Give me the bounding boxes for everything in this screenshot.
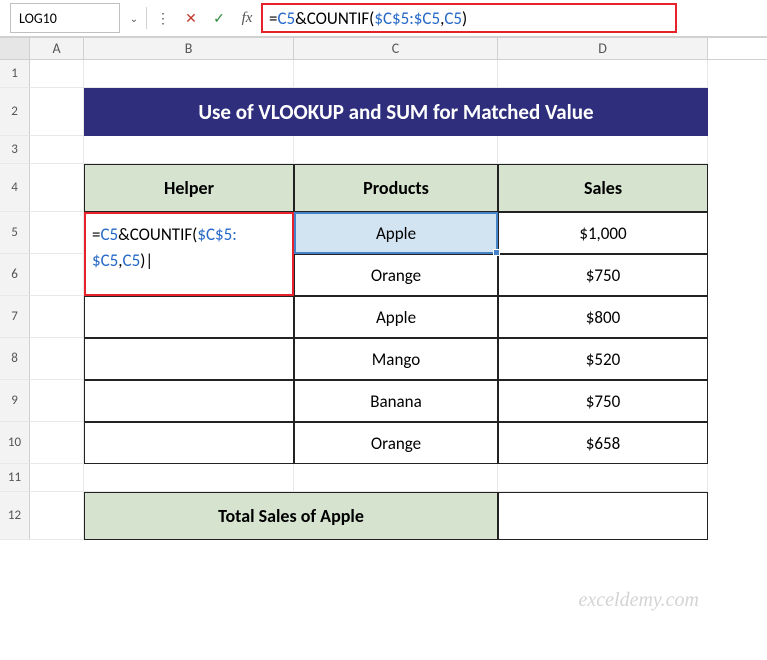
cell[interactable] bbox=[30, 296, 84, 338]
cell[interactable] bbox=[498, 60, 708, 88]
column-headers: A B C D bbox=[0, 38, 767, 60]
selected-cell-C5[interactable]: Apple bbox=[294, 212, 498, 254]
table-cell[interactable]: $1,000 bbox=[498, 212, 708, 254]
table-cell[interactable]: $658 bbox=[498, 422, 708, 464]
cell[interactable] bbox=[294, 136, 498, 164]
row-header-10[interactable]: 10 bbox=[0, 422, 30, 464]
editing-cell-B5[interactable]: =C5&COUNTIF($C$5:$C5,C5)| bbox=[84, 212, 294, 296]
row-header-7[interactable]: 7 bbox=[0, 296, 30, 338]
cell[interactable] bbox=[30, 380, 84, 422]
cell[interactable] bbox=[30, 464, 84, 492]
table-cell[interactable]: $750 bbox=[498, 254, 708, 296]
table-cell[interactable]: Orange bbox=[294, 422, 498, 464]
cell[interactable] bbox=[84, 464, 294, 492]
cell[interactable] bbox=[498, 136, 708, 164]
cell[interactable] bbox=[30, 136, 84, 164]
table-cell[interactable]: $750 bbox=[498, 380, 708, 422]
watermark: exceldemy.com bbox=[579, 589, 699, 612]
row-header-2[interactable]: 2 bbox=[0, 88, 30, 136]
table-cell[interactable] bbox=[84, 380, 294, 422]
worksheet-grid: 1 2 3 4 5 6 7 8 9 10 11 12 Use of VLOOKU… bbox=[0, 60, 767, 540]
col-header-D[interactable]: D bbox=[498, 38, 708, 59]
row-header-8[interactable]: 8 bbox=[0, 338, 30, 380]
table-cell[interactable]: Banana bbox=[294, 380, 498, 422]
col-header-C[interactable]: C bbox=[294, 38, 498, 59]
cancel-icon[interactable]: ✕ bbox=[177, 3, 205, 33]
row-header-6[interactable]: 6 bbox=[0, 254, 30, 296]
select-all-corner[interactable] bbox=[0, 38, 30, 59]
fx-icon[interactable]: fx bbox=[233, 3, 261, 33]
cell[interactable] bbox=[294, 60, 498, 88]
table-cell[interactable]: Orange bbox=[294, 254, 498, 296]
total-label-cell[interactable]: Total Sales of Apple bbox=[84, 492, 498, 540]
cell[interactable] bbox=[30, 60, 84, 88]
row-header-4[interactable]: 4 bbox=[0, 164, 30, 212]
row-headers: 1 2 3 4 5 6 7 8 9 10 11 12 bbox=[0, 60, 30, 540]
cell[interactable] bbox=[84, 60, 294, 88]
cell[interactable] bbox=[30, 88, 84, 136]
name-box[interactable]: LOG10 bbox=[10, 3, 120, 33]
cell[interactable] bbox=[30, 338, 84, 380]
col-header-B[interactable]: B bbox=[84, 38, 294, 59]
header-products[interactable]: Products bbox=[294, 164, 498, 212]
table-cell[interactable]: $800 bbox=[498, 296, 708, 338]
col-header-A[interactable]: A bbox=[30, 38, 84, 59]
cell[interactable] bbox=[30, 422, 84, 464]
row-header-3[interactable]: 3 bbox=[0, 136, 30, 164]
cell[interactable] bbox=[84, 136, 294, 164]
table-cell[interactable] bbox=[84, 422, 294, 464]
formula-text: =C5&COUNTIF($C$5:$C5,C5) bbox=[269, 8, 467, 29]
row-header-12[interactable]: 12 bbox=[0, 492, 30, 540]
table-cell[interactable]: Mango bbox=[294, 338, 498, 380]
cell[interactable] bbox=[30, 254, 84, 296]
cells-area: Use of VLOOKUP and SUM for Matched Value… bbox=[30, 60, 708, 540]
total-value-cell[interactable] bbox=[498, 492, 708, 540]
cell[interactable] bbox=[294, 464, 498, 492]
header-sales[interactable]: Sales bbox=[498, 164, 708, 212]
row-header-11[interactable]: 11 bbox=[0, 464, 30, 492]
title-cell[interactable]: Use of VLOOKUP and SUM for Matched Value bbox=[84, 88, 708, 136]
cell[interactable] bbox=[30, 164, 84, 212]
formula-input[interactable]: =C5&COUNTIF($C$5:$C5,C5) bbox=[261, 3, 677, 33]
cell[interactable] bbox=[498, 464, 708, 492]
header-helper[interactable]: Helper bbox=[84, 164, 294, 212]
table-cell[interactable] bbox=[84, 338, 294, 380]
selected-value: Apple bbox=[376, 223, 416, 244]
table-cell[interactable]: Apple bbox=[294, 296, 498, 338]
table-cell[interactable]: $520 bbox=[498, 338, 708, 380]
dots-icon[interactable]: ⋮ bbox=[149, 3, 177, 33]
row-header-1[interactable]: 1 bbox=[0, 60, 30, 88]
cell[interactable] bbox=[30, 212, 84, 254]
row-header-5[interactable]: 5 bbox=[0, 212, 30, 254]
name-box-dropdown-icon[interactable]: ⌄ bbox=[124, 12, 144, 25]
formula-text: =C5&COUNTIF($C$5:$C5,C5)| bbox=[92, 222, 237, 273]
divider-icon bbox=[146, 7, 147, 29]
cell[interactable] bbox=[30, 492, 84, 540]
row-header-9[interactable]: 9 bbox=[0, 380, 30, 422]
formula-bar: LOG10 ⌄ ⋮ ✕ ✓ fx =C5&COUNTIF($C$5:$C5,C5… bbox=[0, 0, 767, 38]
table-cell[interactable] bbox=[84, 296, 294, 338]
fill-handle-icon[interactable] bbox=[493, 249, 500, 256]
enter-icon[interactable]: ✓ bbox=[205, 3, 233, 33]
